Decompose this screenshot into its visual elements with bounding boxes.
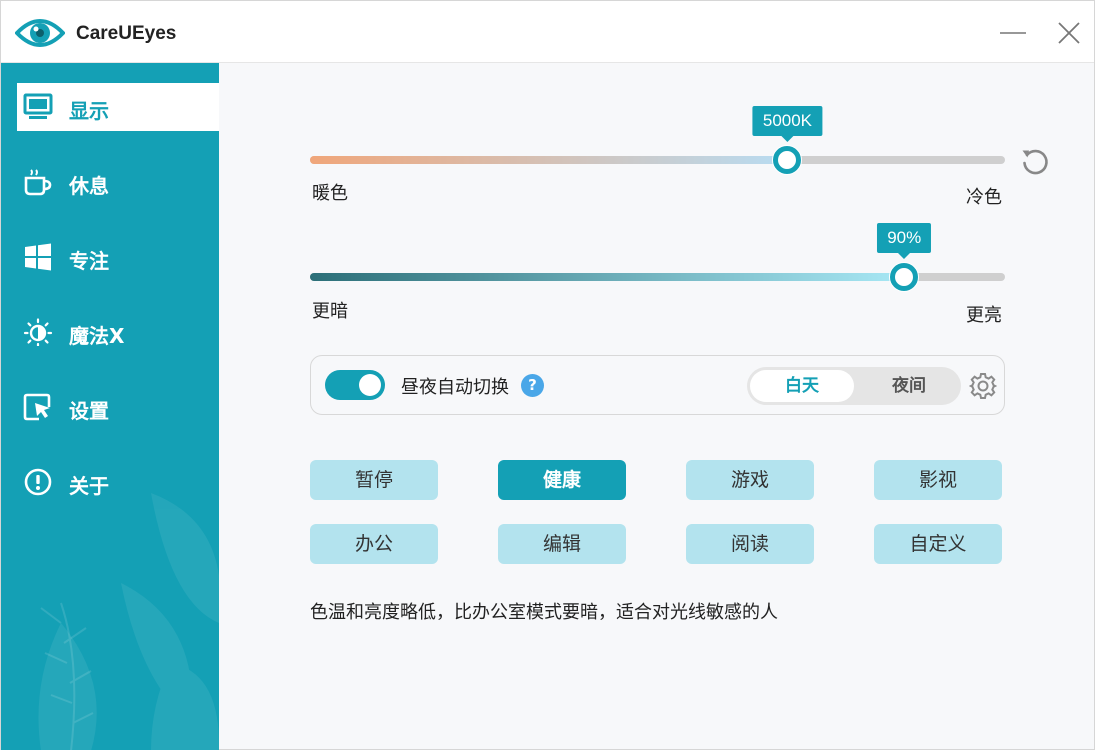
mode-button-pause[interactable]: 暂停 (310, 460, 438, 500)
mode-button-editing[interactable]: 编辑 (498, 524, 626, 564)
app-window: CareUEyes 显示 休息 专注 魔法X 设置 关于 5000K 暖色 冷色… (0, 0, 1095, 750)
eye-logo-icon (15, 19, 65, 47)
sidebar-item-rest[interactable]: 休息 (1, 158, 219, 206)
sidebar-item-label: 魔法X (69, 324, 125, 348)
auto-switch-panel: 昼夜自动切换 ? 白天 夜间 (310, 355, 1005, 415)
info-circle-icon (24, 468, 52, 496)
app-title: CareUEyes (76, 23, 177, 44)
gear-icon[interactable] (969, 372, 997, 400)
minimize-icon[interactable] (997, 17, 1029, 49)
monitor-icon (23, 93, 53, 119)
auto-switch-toggle[interactable] (325, 370, 385, 400)
warm-label: 暖色 (312, 183, 348, 204)
day-night-segmented: 白天 夜间 (747, 367, 961, 405)
sidebar-item-label: 关于 (69, 474, 109, 498)
color-temp-slider[interactable] (310, 146, 1005, 174)
color-temp-tooltip: 5000K (752, 106, 823, 142)
sidebar-item-display[interactable]: 显示 (17, 83, 219, 131)
sidebar-item-about[interactable]: 关于 (1, 458, 219, 506)
day-option[interactable]: 白天 (750, 370, 854, 402)
mode-button-custom[interactable]: 自定义 (874, 524, 1002, 564)
color-temp-slider-thumb[interactable] (773, 146, 802, 174)
toggle-knob (359, 374, 381, 396)
brightness-tooltip: 90% (877, 223, 932, 259)
mode-description: 色温和亮度略低，比办公室模式要暗，适合对光线敏感的人 (310, 602, 778, 623)
mode-button-office[interactable]: 办公 (310, 524, 438, 564)
sidebar-item-focus[interactable]: 专注 (1, 233, 219, 281)
mode-button-reading[interactable]: 阅读 (686, 524, 814, 564)
cursor-window-icon (23, 393, 51, 421)
auto-switch-label: 昼夜自动切换 (401, 377, 509, 398)
darker-label: 更暗 (312, 301, 348, 322)
sun-moon-icon (23, 318, 53, 346)
sidebar-item-label: 设置 (69, 399, 109, 423)
brighter-label: 更亮 (966, 305, 1002, 326)
sidebar-item-settings[interactable]: 设置 (1, 383, 219, 431)
mode-button-movie[interactable]: 影视 (874, 460, 1002, 500)
sidebar-item-label: 显示 (69, 99, 109, 123)
sidebar-item-label: 休息 (69, 174, 109, 198)
night-option[interactable]: 夜间 (857, 370, 961, 402)
color-temp-slider-fill (310, 156, 788, 164)
mode-button-game[interactable]: 游戏 (686, 460, 814, 500)
sidebar: 显示 休息 专注 魔法X 设置 关于 (1, 63, 219, 750)
sidebar-item-label: 专注 (69, 249, 109, 273)
brightness-slider-fill (310, 273, 905, 281)
cool-label: 冷色 (966, 187, 1002, 208)
sidebar-item-magic[interactable]: 魔法X (1, 308, 219, 356)
mode-button-health[interactable]: 健康 (498, 460, 626, 500)
help-icon[interactable]: ? (521, 374, 544, 397)
main-panel: 5000K 暖色 冷色 90% 更暗 更亮 昼夜自动切换 ? 白天 夜间 暂停 … (219, 63, 1094, 749)
windows-icon (25, 243, 51, 271)
title-bar[interactable]: CareUEyes (1, 1, 1094, 63)
close-icon[interactable] (1053, 17, 1085, 49)
coffee-cup-icon (24, 169, 52, 196)
reset-icon[interactable] (1020, 146, 1050, 176)
brightness-slider-thumb[interactable] (890, 263, 919, 291)
brightness-slider[interactable] (310, 263, 1005, 291)
